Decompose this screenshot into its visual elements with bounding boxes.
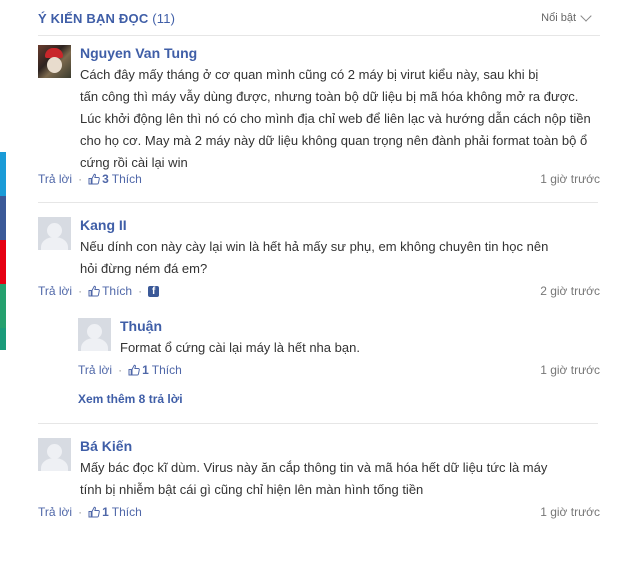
reply-button[interactable]: Trả lời (38, 505, 72, 519)
reply-item: Thuận Format ổ cứng cài lại máy là hết n… (78, 318, 600, 388)
comment-time: 1 giờ trước (540, 172, 600, 186)
comments-title: Ý KIẾN BẠN ĐỌC (11) (38, 11, 175, 26)
avatar[interactable] (38, 438, 71, 471)
like-count: 1 (102, 505, 109, 519)
comment-item: Kang II Nếu dính con này cày lại win là … (38, 217, 600, 307)
comment-line: tấn công thì máy vẫy dùng được, nhưng to… (80, 89, 579, 104)
sort-dropdown[interactable]: Nổi bật (541, 10, 592, 24)
like-count: 1 (142, 363, 149, 377)
comment-actions: Trả lời · Thích · f (38, 284, 160, 298)
comment-author[interactable]: Nguyen Van Tung (80, 45, 197, 61)
chevron-down-icon (580, 10, 592, 22)
divider (38, 423, 598, 424)
separator: · (78, 505, 83, 519)
comment-line: Cách đây mấy tháng ở cơ quan mình cũng c… (80, 67, 539, 82)
comment-text: Mấy bác đọc kĩ dùm. Virus này ăn cắp thô… (80, 457, 547, 501)
comment-line: tính bị nhiễm bật cái gì cũng chỉ hiện l… (80, 482, 424, 497)
separator: · (78, 284, 83, 298)
comment-line: cứng rồi cài lại win (80, 155, 188, 170)
comment-text: Format ổ cứng cài lại máy là hết nha bạn… (120, 337, 360, 359)
like-label: Thích (102, 284, 133, 298)
comments-header: Ý KIẾN BẠN ĐỌC (11) Nổi bật (38, 9, 600, 36)
comment-line: Lúc khởi động lên thì nó có cho mình địa… (80, 111, 591, 126)
thumbs-up-icon (88, 285, 100, 297)
comment-line: Mấy bác đọc kĩ dùm. Virus này ăn cắp thô… (80, 460, 548, 475)
comment-text: Nếu dính con này cày lại win là hết hả m… (80, 236, 548, 280)
like-button[interactable]: 3 Thích (88, 172, 142, 186)
divider (38, 202, 598, 203)
avatar[interactable] (78, 318, 111, 351)
like-button[interactable]: 1 Thích (88, 505, 142, 519)
reply-button[interactable]: Trả lời (38, 284, 72, 298)
comment-line: cho họ cơ. May mà 2 máy này dữ liệu khôn… (80, 133, 588, 148)
sort-label: Nổi bật (541, 12, 576, 24)
avatar[interactable] (38, 45, 71, 78)
avatar[interactable] (38, 217, 71, 250)
comment-actions: Trả lời · 1 Thích (38, 505, 142, 519)
comment-line: Format ổ cứng cài lại máy là hết nha bạn… (120, 340, 360, 355)
comment-line: Nếu dính con này cày lại win là hết hả m… (80, 239, 549, 254)
more-replies-link[interactable]: Xem thêm 8 trả lời (78, 392, 183, 406)
like-label: Thích (111, 172, 142, 186)
reply-button[interactable]: Trả lời (78, 363, 112, 377)
separator: · (78, 172, 83, 186)
like-label: Thích (111, 505, 142, 519)
comment-actions: Trả lời · 3 Thích (38, 172, 142, 186)
comment-text: Cách đây mấy tháng ở cơ quan mình cũng c… (80, 64, 591, 174)
share-bar[interactable] (0, 240, 6, 284)
comment-author[interactable]: Kang II (80, 217, 127, 233)
like-button[interactable]: 1 Thích (128, 363, 182, 377)
thumbs-up-icon (88, 173, 100, 185)
reply-button[interactable]: Trả lời (38, 172, 72, 186)
comments-title-text: Ý KIẾN BẠN ĐỌC (38, 11, 149, 26)
like-label: Thích (151, 363, 182, 377)
comment-actions: Trả lời · 1 Thích (78, 363, 182, 377)
comments-count: (11) (152, 11, 176, 26)
separator: · (118, 363, 123, 377)
thumbs-up-icon (128, 364, 140, 376)
thumbs-up-icon (88, 506, 100, 518)
like-button[interactable]: Thích (88, 284, 132, 298)
like-count: 3 (102, 172, 109, 186)
comment-time: 2 giờ trước (540, 284, 600, 298)
comment-line: hỏi đừng ném đá em? (80, 261, 208, 276)
comment-author[interactable]: Bá Kiến (80, 438, 132, 454)
social-share-strip (0, 152, 6, 350)
comment-author[interactable]: Thuận (120, 318, 162, 334)
comment-time: 1 giờ trước (540, 505, 600, 519)
separator: · (138, 284, 143, 298)
share-bar[interactable] (0, 152, 6, 196)
comment-item: Nguyen Van Tung Cách đây mấy tháng ở cơ … (38, 45, 600, 195)
facebook-icon[interactable]: f (148, 285, 160, 297)
share-bar[interactable] (0, 196, 6, 240)
comment-item: Bá Kiến Mấy bác đọc kĩ dùm. Virus này ăn… (38, 438, 600, 528)
share-bar[interactable] (0, 284, 6, 328)
share-bar[interactable] (0, 328, 6, 350)
comment-time: 1 giờ trước (540, 363, 600, 377)
